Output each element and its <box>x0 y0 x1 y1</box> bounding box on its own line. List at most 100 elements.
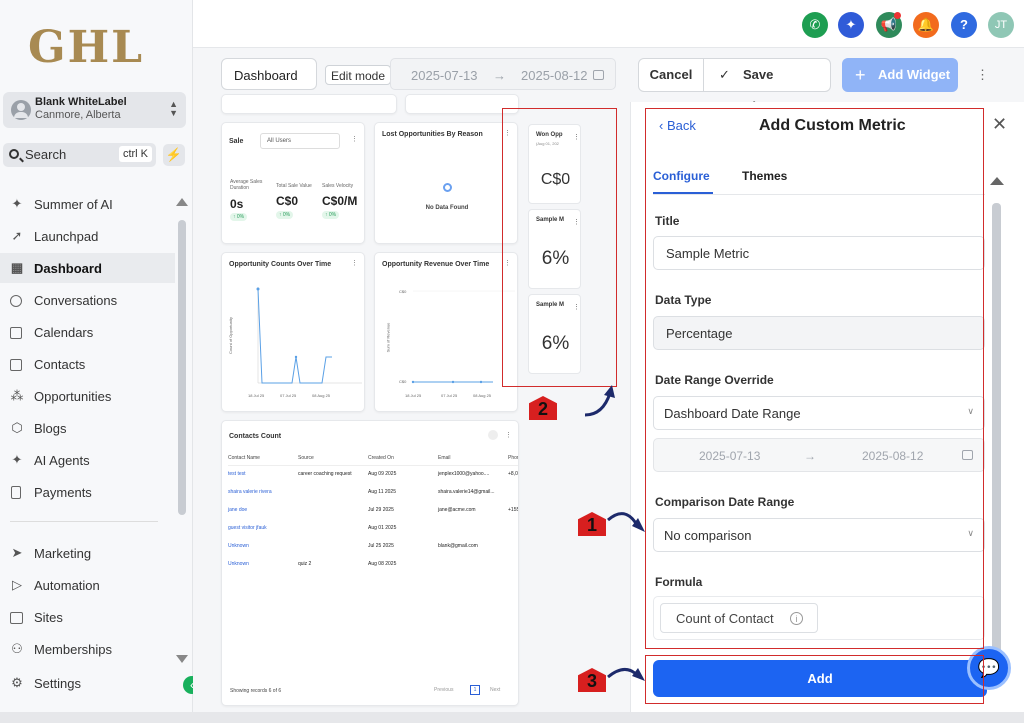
sidebar-item-conversations[interactable]: Conversations <box>0 285 175 315</box>
contact-name-link[interactable]: Unknown <box>228 537 298 555</box>
table-row[interactable]: guest visitor jfauk Aug 01 2025 <box>228 519 518 537</box>
megaphone-icon[interactable]: 📢 <box>876 12 902 38</box>
cell-source <box>298 483 368 501</box>
sidebar-item-ai-agents[interactable]: ✦ AI Agents <box>0 445 175 475</box>
widget-menu-icon[interactable]: ⋮ <box>505 431 512 439</box>
panel-scrollbar[interactable] <box>992 203 1001 653</box>
date-range-picker[interactable]: 2025-07-13 → 2025-08-12 <box>390 58 616 90</box>
sidebar: GHL Blank WhiteLabel Canmore, Alberta ▲ ▼… <box>0 0 193 712</box>
table-row[interactable]: shaira valerie rivera Aug 11 2025 shaira.v… <box>228 483 518 501</box>
column-header[interactable]: Phone <box>508 451 518 465</box>
sidebar-item-dashboard[interactable]: ▦ Dashboard <box>0 253 175 283</box>
column-header[interactable]: Email <box>438 451 508 465</box>
sidebar-item-opportunities[interactable]: ⁂ Opportunities <box>0 381 175 411</box>
cancel-button[interactable]: Cancel <box>639 59 704 91</box>
metric-value: 0s <box>230 197 244 211</box>
cell-email: blank@gmail.com <box>438 543 478 549</box>
sidebar-item-calendars[interactable]: Calendars <box>0 317 175 347</box>
contact-name-link[interactable]: guest visitor jfauk <box>228 519 298 537</box>
save-changes-button[interactable]: Save Changes <box>705 59 831 114</box>
column-header[interactable]: Created On <box>368 451 438 465</box>
revenue-line-chart <box>411 290 515 384</box>
contact-name-link[interactable]: jane doe <box>228 501 298 519</box>
widget-card-partial[interactable] <box>221 94 397 114</box>
sidebar-item-marketing[interactable]: ➤ Marketing <box>0 538 175 568</box>
send-icon: ➤ <box>11 545 23 560</box>
calendar-icon <box>10 327 22 339</box>
next-page-button[interactable]: Next <box>490 687 500 693</box>
search-button[interactable]: Search ctrl K <box>3 143 156 167</box>
sidebar-item-label: Opportunities <box>34 389 112 404</box>
add-widget-button[interactable]: Add Widget <box>842 58 958 92</box>
table-row[interactable]: jane doe Jul 29 2025 jane@acme.com +1555 <box>228 501 518 519</box>
bell-icon[interactable]: 🔔 <box>913 12 939 38</box>
sidebar-item-automation[interactable]: ▷ Automation <box>0 570 175 600</box>
scroll-up-icon[interactable] <box>176 198 188 206</box>
contact-name-link[interactable]: shaira valerie rivera <box>228 483 298 501</box>
sidebar-item-settings[interactable]: ⚙ Settings <box>0 668 175 698</box>
annotation-box-form <box>645 108 984 649</box>
date-end: 2025-08-12 <box>521 68 588 83</box>
sidebar-item-contacts[interactable]: Contacts <box>0 349 175 379</box>
widget-opportunity-revenue[interactable]: Opportunity Revenue Over Time ⋮ Sum of R… <box>374 252 518 412</box>
sidebar-item-blogs[interactable]: ⬡ Blogs <box>0 413 175 443</box>
notification-dot <box>894 12 901 19</box>
close-icon[interactable]: ✕ <box>992 114 1007 135</box>
account-location: Canmore, Alberta <box>35 109 121 121</box>
x-tick-label: 07 Jul 25 <box>441 393 458 398</box>
sidebar-scrollbar[interactable] <box>178 220 186 515</box>
cell-created: Aug 09 2025 <box>368 471 397 478</box>
cell-phone: +8,090 <box>508 471 518 478</box>
widget-sales[interactable]: Sale All Users ⋮ Average Sales Duration … <box>221 122 365 244</box>
widget-lost-opportunities[interactable]: Lost Opportunities By Reason ⋮ No Data F… <box>374 122 518 244</box>
widget-menu-icon[interactable]: ⋮ <box>351 135 358 143</box>
sidebar-item-payments[interactable]: Payments <box>0 477 175 507</box>
sidebar-item-summer-of-ai[interactable]: ✦ Summer of AI <box>0 189 175 219</box>
user-avatar[interactable]: JT <box>988 12 1014 38</box>
annotation-arrows <box>584 385 645 681</box>
more-options-icon[interactable]: ⋮ <box>976 68 989 81</box>
sidebar-item-sites[interactable]: Sites <box>0 602 175 632</box>
gear-icon: ⚙ <box>11 675 23 690</box>
help-icon[interactable]: ? <box>951 12 977 38</box>
cell-created: Jul 29 2025 <box>368 507 394 513</box>
previous-page-button[interactable]: Previous <box>434 687 453 693</box>
contact-name-link[interactable]: Unknown <box>228 555 298 573</box>
grid-icon: ▦ <box>10 260 24 275</box>
widget-filter-icon[interactable] <box>488 430 498 440</box>
scroll-down-icon[interactable] <box>176 655 188 663</box>
records-footer: Showing records 6 of 6 <box>230 688 282 694</box>
dashboard-name-field[interactable]: Dashboard <box>221 58 317 90</box>
magic-icon[interactable]: ✦ <box>838 12 864 38</box>
widget-contacts-count[interactable]: Contacts Count ⋮ Contact Name Source Cre… <box>221 420 519 706</box>
sidebar-item-memberships[interactable]: ⚇ Memberships <box>0 634 175 664</box>
table-row[interactable]: Unknown Jul 25 2025 blank@gmail.com <box>228 537 518 555</box>
page-number-button[interactable]: 1 <box>470 685 480 695</box>
date-start: 2025-07-13 <box>411 68 478 83</box>
table-row[interactable]: test test career coaching request Aug 09 2… <box>228 465 518 483</box>
account-switcher[interactable]: Blank WhiteLabel Canmore, Alberta ▲ ▼ <box>3 92 186 128</box>
table-row[interactable]: Unknown quiz 2 Aug 08 2025 <box>228 555 518 573</box>
sidebar-divider <box>10 521 158 522</box>
scroll-up-icon[interactable] <box>990 177 1004 185</box>
sidebar-item-label: Settings <box>34 676 81 691</box>
sidebar-item-label: Automation <box>34 578 100 593</box>
column-header[interactable]: Source <box>298 451 368 465</box>
sidebar-item-launchpad[interactable]: ➚ Launchpad <box>0 221 175 251</box>
quick-actions-bolt-icon[interactable]: ⚡ <box>163 144 185 166</box>
search-label: Search <box>25 147 67 162</box>
users-select[interactable]: All Users <box>260 133 340 149</box>
empty-state-text: No Data Found <box>425 205 469 211</box>
widget-title: Lost Opportunities By Reason <box>382 131 483 138</box>
cube-icon: ⬡ <box>11 420 23 435</box>
cell-email <box>438 555 508 573</box>
contact-name-link[interactable]: test test <box>228 465 298 483</box>
cell-email <box>438 519 508 537</box>
badge-icon: ⚇ <box>11 641 23 656</box>
play-icon: ▷ <box>12 577 22 592</box>
sidebar-item-label: AI Agents <box>34 453 90 468</box>
widget-opportunity-counts[interactable]: Opportunity Counts Over Time ⋮ Count of … <box>221 252 365 412</box>
column-header[interactable]: Contact Name <box>228 451 298 465</box>
phone-icon[interactable]: ✆ <box>802 12 828 38</box>
annotation-box-add <box>645 655 984 704</box>
